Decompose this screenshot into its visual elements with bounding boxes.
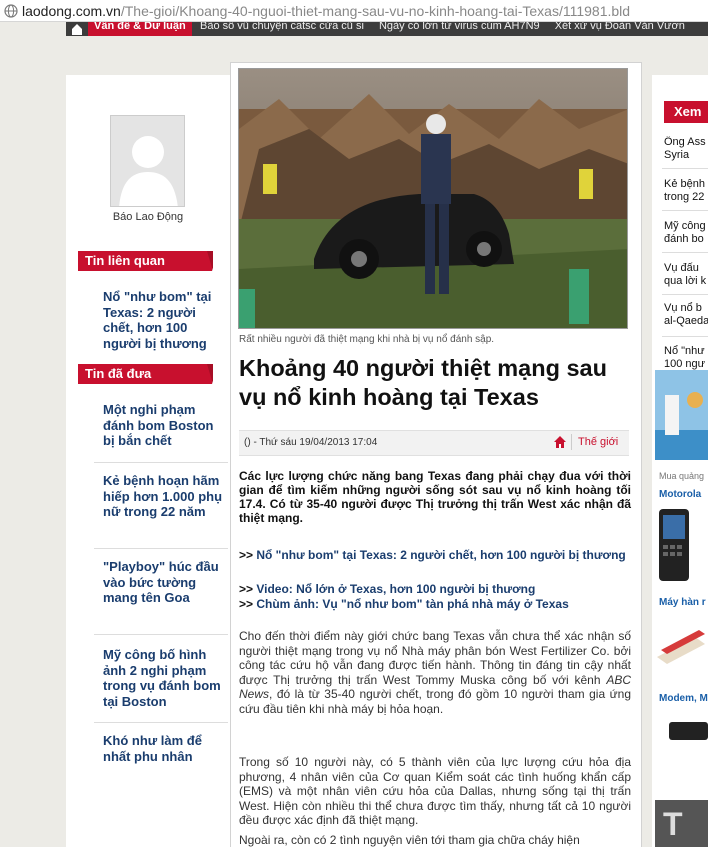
ad-title[interactable]: Modem, M [659,693,708,704]
related-arrow: >> [239,597,254,611]
posted-news-item[interactable]: Khó như làm để nhất phu nhân [103,733,225,764]
ad-banner[interactable] [655,370,708,460]
divider [662,336,708,337]
item-line: qua lời k [664,275,707,287]
phone-image [655,505,708,585]
item-line: trong 22 [664,191,705,203]
author-avatar [110,115,185,207]
posted-news-item[interactable]: Một nghi phạm đánh bom Boston bị bắn chế… [103,402,225,449]
nav-link[interactable]: Bão số vũ chuyện catsc cửa cũ si [200,22,364,32]
related-link-text[interactable]: Nổ "như bom" tại Texas: 2 người chết, hơ… [253,548,625,562]
divider [94,462,228,463]
item-line: Kẻ bệnh [664,178,705,190]
top-nav: Vấn đề & Dư luận Bão số vũ chuyện catsc … [0,22,708,36]
publish-date: () - Thứ sáu 19/04/2013 17:04 [244,437,378,448]
more-news-item[interactable]: Kẻ bệnh trong 22 [664,178,708,204]
divider [94,722,228,723]
ad-product[interactable] [655,612,708,682]
article-photo[interactable] [238,68,628,329]
address-bar[interactable]: laodong.com.vn/The-gioi/Khoang-40-nguoi-… [0,0,708,22]
ad-banner-text: T [663,806,683,842]
ad-title[interactable]: Motorola [659,489,708,500]
divider [662,210,708,211]
more-news-item[interactable]: Ông Ass Syria [664,136,708,162]
home-icon[interactable] [70,23,84,35]
ad-banner-image [655,370,708,460]
nav-link[interactable]: Ngày có lớn từ virus cúm AH7N9 [379,22,540,32]
posted-news-heading: Tin đã đưa [78,364,213,384]
item-line: Nổ "như [664,345,705,357]
ad-tag[interactable]: Mua quảng [659,471,708,481]
item-line: al-Qaeda [664,315,708,327]
divider [94,634,228,635]
globe-icon [4,4,18,18]
modem-image [655,708,708,758]
divider [571,434,572,450]
divider [662,294,708,295]
related-link[interactable]: >> Nổ "như bom" tại Texas: 2 người chết,… [239,548,631,562]
posted-news-item[interactable]: Kẻ bệnh hoạn hãm hiếp hơn 1.000 phụ nữ t… [103,473,225,520]
para-text: , đó là từ 35-40 người chết, trong đó gồ… [239,687,631,716]
item-line: Ông Ass [664,136,706,148]
nav-links: Bão số vũ chuyện catsc cửa cũ si Ngày có… [200,22,697,32]
divider [662,252,708,253]
related-news-item[interactable]: Nổ "như bom" tại Texas: 2 người chết, hơ… [103,289,225,351]
ad-title[interactable]: Máy hàn r [659,597,708,608]
article-paragraph: Ngoài ra, còn có 2 tình nguyện viên tới … [239,833,580,847]
url-text[interactable]: laodong.com.vn/The-gioi/Khoang-40-nguoi-… [22,3,630,19]
posted-news-item[interactable]: Mỹ công bố hình ảnh 2 nghi phạm trong vụ… [103,647,225,709]
item-line: Vụ đấu [664,262,699,274]
home-icon[interactable] [553,435,567,449]
sealer-image [655,612,708,682]
more-news-item[interactable]: Nổ "như 100 ngư [664,345,708,371]
more-news-item[interactable]: Mỹ công đánh bo [664,220,708,246]
related-news-heading: Tin liên quan [78,251,213,271]
author-name: Báo Lao Động [112,211,184,223]
more-news-item[interactable]: Vụ nổ b al-Qaeda [664,302,708,328]
nav-item-active[interactable]: Vấn đề & Dư luận [88,22,192,36]
related-link-text[interactable]: Video: Nổ lớn ở Texas, hơn 100 người bị … [253,582,535,596]
ad-product[interactable] [655,708,708,758]
article-headline: Khoảng 40 người thiệt mạng sau vụ nổ kin… [239,355,607,410]
divider [94,548,228,549]
related-link[interactable]: >> Chùm ảnh: Vụ "nổ như bom" tàn phá nhà… [239,597,631,611]
explosion-scene-image [239,69,627,328]
article-paragraph: Trong số 10 người này, có 5 thành viên c… [239,755,631,827]
more-news-item[interactable]: Vụ đấu qua lời k [664,262,708,288]
related-link[interactable]: >> Video: Nổ lớn ở Texas, hơn 100 người … [239,582,631,596]
item-line: đánh bo [664,233,704,245]
url-host: laodong.com.vn [22,3,121,19]
related-arrow: >> [239,548,254,562]
posted-news-item[interactable]: "Playboy" húc đầu vào bức tường mang tên… [103,559,225,606]
article-lead: Các lực lượng chức năng bang Texas đang … [239,469,631,525]
para-text: Cho đến thời điểm này giới chức bang Tex… [239,629,631,687]
photo-caption: Rất nhiều người đã thiệt mạng khi nhà bị… [239,334,495,345]
item-line: Mỹ công [664,220,706,232]
ad-product[interactable] [655,505,708,585]
more-news-heading: Xem [664,101,708,123]
nav-link[interactable]: Xét xử vụ Đoàn Văn Vươn [555,22,685,32]
url-path: /The-gioi/Khoang-40-nguoi-thiet-mang-sau… [120,3,631,19]
item-line: Syria [664,149,690,161]
divider [662,168,708,169]
article-paragraph: Cho đến thời điểm này giới chức bang Tex… [239,629,631,716]
item-line: Vụ nổ b [664,302,702,314]
related-arrow: >> [239,582,254,596]
ad-banner[interactable]: T [655,800,708,847]
related-link-text[interactable]: Chùm ảnh: Vụ "nổ như bom" tàn phá nhà má… [253,597,568,611]
avatar-silhouette-icon [111,116,184,206]
category-link[interactable]: Thế giới [578,436,618,448]
